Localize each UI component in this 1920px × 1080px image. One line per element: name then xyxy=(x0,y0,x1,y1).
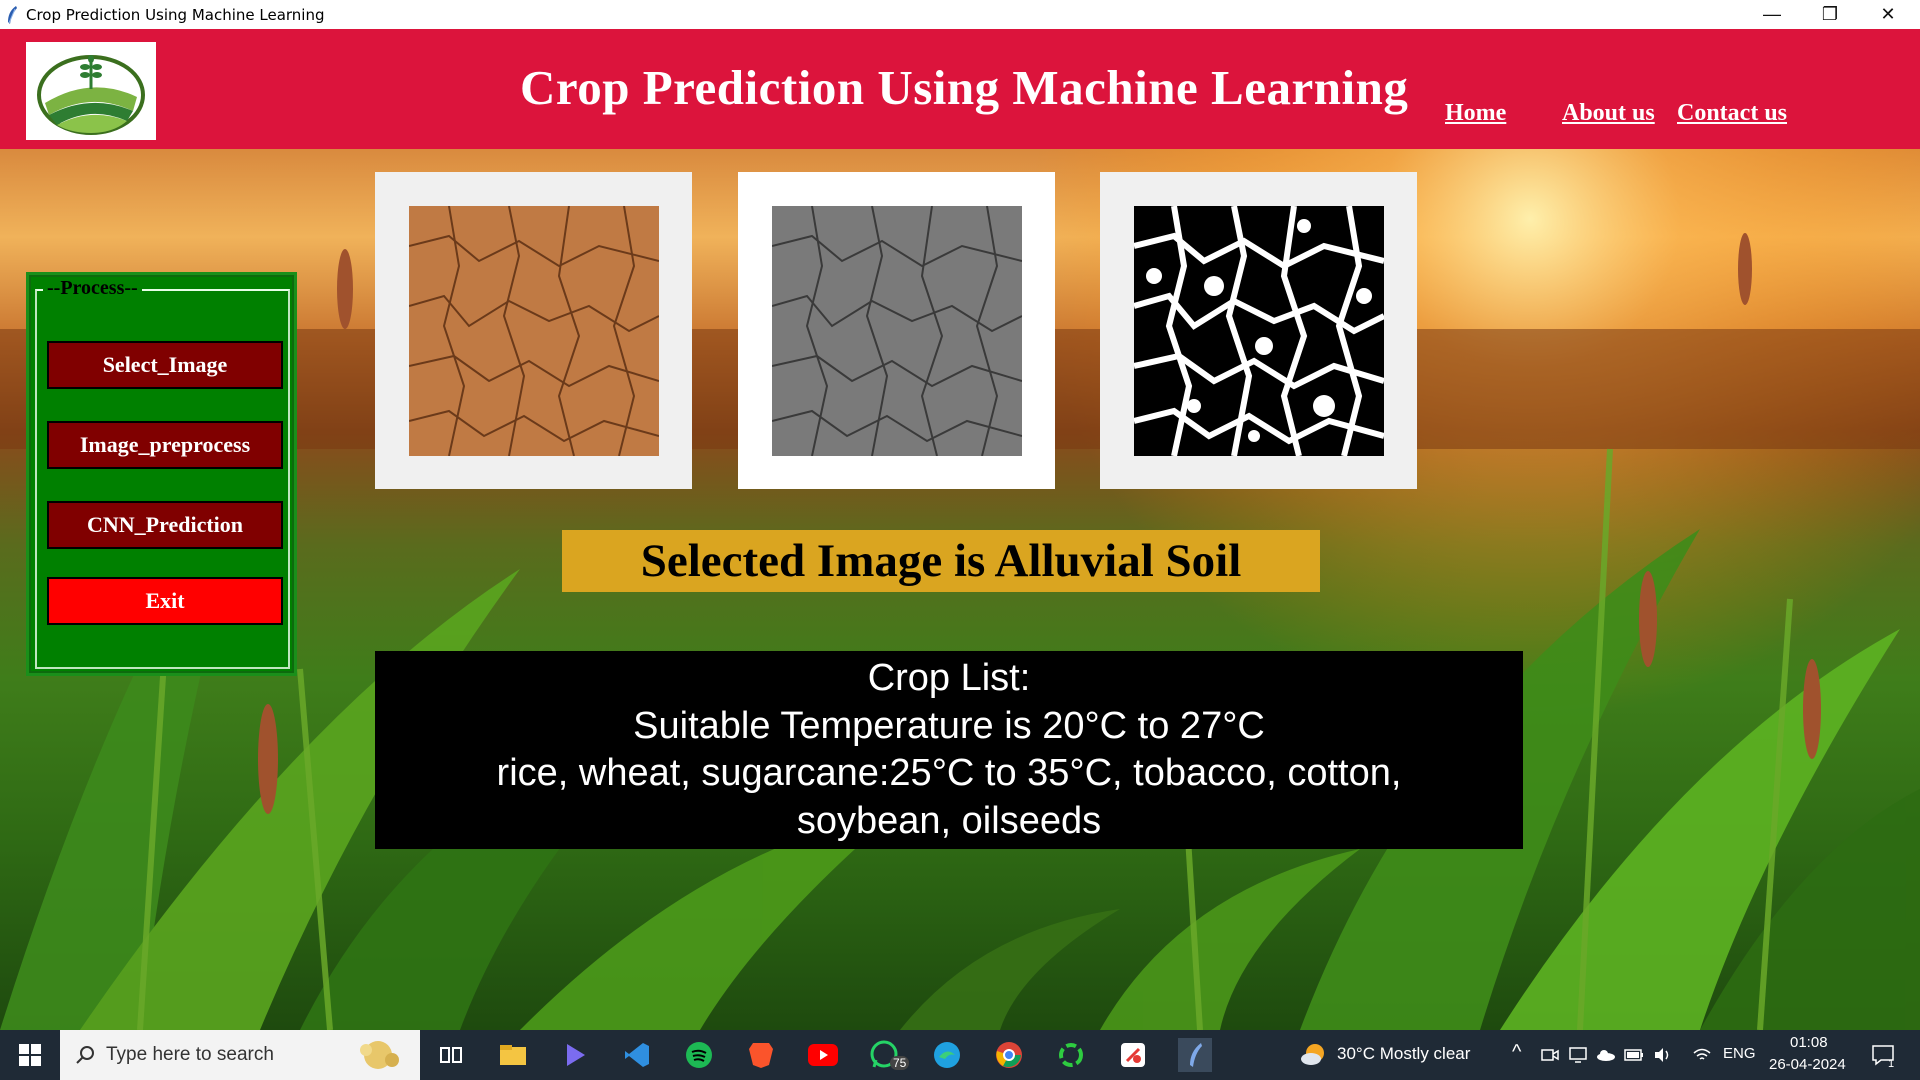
crop-list-box: Crop List: Suitable Temperature is 20°C … xyxy=(375,651,1523,849)
crop-list-line: soybean, oilseeds xyxy=(796,799,1102,842)
select-image-button[interactable]: Select_Image xyxy=(47,341,283,389)
taskbar: Type here to search 75 30°C Mostly clear… xyxy=(0,1030,1920,1080)
soil-binary-image xyxy=(1134,206,1384,456)
nav-home-link[interactable]: Home xyxy=(1445,100,1506,127)
process-panel: --Process-- Select_Image Image_preproces… xyxy=(26,272,297,676)
volume-icon[interactable] xyxy=(1650,1038,1674,1072)
edge-browser-icon[interactable] xyxy=(930,1038,964,1072)
feather-icon xyxy=(8,5,17,24)
brave-browser-icon[interactable] xyxy=(744,1038,778,1072)
crop-list-line: Suitable Temperature is 20°C to 27°C xyxy=(633,704,1265,747)
soil-original-image xyxy=(409,206,659,456)
clock-date[interactable]: 26-04-2024 xyxy=(1769,1056,1846,1073)
task-view-icon[interactable] xyxy=(434,1038,468,1072)
restore-button[interactable]: ❐ xyxy=(1801,0,1859,29)
grayscale-image-frame xyxy=(738,172,1055,489)
process-legend: --Process-- xyxy=(43,277,142,300)
window-titlebar: Crop Prediction Using Machine Learning —… xyxy=(0,0,1920,29)
original-image-frame xyxy=(375,172,692,489)
python-feather-app-icon[interactable] xyxy=(1178,1038,1212,1072)
paint-app-icon[interactable] xyxy=(1116,1038,1150,1072)
app-heading: Crop Prediction Using Machine Learning xyxy=(520,60,1409,115)
search-highlight-icon xyxy=(360,1041,399,1069)
notification-center-icon[interactable]: 1 xyxy=(1866,1038,1900,1072)
cnn-prediction-button[interactable]: CNN_Prediction xyxy=(47,501,283,549)
nav-contact-link[interactable]: Contact us xyxy=(1677,100,1787,127)
crop-list-heading: Crop List: xyxy=(867,657,1031,699)
nav-about-link[interactable]: About us xyxy=(1562,100,1655,127)
search-icon xyxy=(76,1046,94,1064)
network-status-icon[interactable] xyxy=(1566,1038,1590,1072)
farm-logo-icon xyxy=(37,55,145,135)
input-language[interactable]: ENG xyxy=(1723,1045,1756,1062)
windows-icon xyxy=(19,1044,41,1066)
start-button[interactable] xyxy=(0,1030,60,1080)
file-explorer-icon[interactable] xyxy=(496,1038,530,1072)
wifi-icon[interactable] xyxy=(1690,1038,1714,1072)
exit-button[interactable]: Exit xyxy=(47,577,283,625)
window-title: Crop Prediction Using Machine Learning xyxy=(26,5,325,24)
sync-app-icon[interactable] xyxy=(1054,1038,1088,1072)
result-banner: Selected Image is Alluvial Soil xyxy=(562,530,1320,592)
crop-list-line: rice, wheat, sugarcane:25°C to 35°C, tob… xyxy=(496,752,1402,794)
show-hidden-icons-chevron-icon[interactable]: ^ xyxy=(1512,1041,1521,1064)
battery-icon[interactable] xyxy=(1622,1038,1646,1072)
meet-now-icon[interactable] xyxy=(1538,1038,1562,1072)
notification-count: 1 xyxy=(1888,1058,1895,1070)
soil-grayscale-image xyxy=(772,206,1022,456)
vscode-icon[interactable] xyxy=(620,1038,654,1072)
app-logo xyxy=(26,42,156,140)
chrome-icon[interactable] xyxy=(992,1038,1026,1072)
weather-icon xyxy=(1296,1038,1330,1072)
clock-time[interactable]: 01:08 xyxy=(1790,1034,1828,1051)
taskbar-search-box[interactable]: Type here to search xyxy=(60,1030,420,1080)
search-placeholder: Type here to search xyxy=(106,1044,274,1065)
onedrive-icon[interactable] xyxy=(1594,1038,1618,1072)
image-preprocess-button[interactable]: Image_preprocess xyxy=(47,421,283,469)
minimize-button[interactable]: — xyxy=(1743,0,1801,29)
media-player-icon[interactable] xyxy=(558,1038,592,1072)
weather-text: 30°C Mostly clear xyxy=(1337,1044,1471,1063)
whatsapp-badge: 75 xyxy=(890,1056,910,1070)
spotify-icon[interactable] xyxy=(682,1038,716,1072)
whatsapp-icon[interactable]: 75 xyxy=(868,1038,910,1072)
app-header: Crop Prediction Using Machine Learning H… xyxy=(0,29,1920,149)
binary-image-frame xyxy=(1100,172,1417,489)
youtube-icon[interactable] xyxy=(806,1038,840,1072)
close-button[interactable]: ✕ xyxy=(1859,0,1917,29)
